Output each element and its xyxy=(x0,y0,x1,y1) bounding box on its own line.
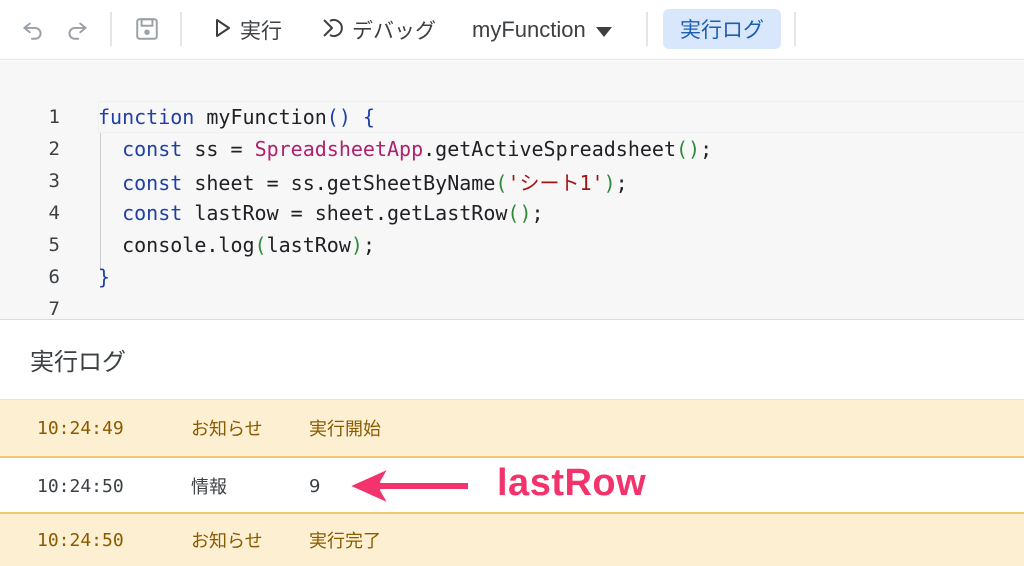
log-message: 実行完了 xyxy=(309,531,381,552)
line-number: 7 xyxy=(48,298,60,320)
line-number: 6 xyxy=(48,266,60,288)
toolbar-divider xyxy=(110,12,112,46)
toolbar-divider xyxy=(646,12,648,46)
debug-button[interactable]: デバッグ xyxy=(320,10,436,50)
code-line: 4 const lastRow = sheet.getLastRow(); xyxy=(0,197,1024,229)
line-number: 1 xyxy=(48,106,60,128)
log-row: 10:24:49 お知らせ 実行開始 xyxy=(0,400,1024,456)
redo-icon[interactable] xyxy=(62,14,92,44)
annotation-label: lastRow xyxy=(497,462,647,504)
code-editor[interactable]: 1 function myFunction() { 2 const ss = S… xyxy=(0,61,1024,320)
function-select-value: myFunction xyxy=(472,17,586,42)
annotation-arrow-icon xyxy=(345,462,475,514)
execution-log-title: 実行ログ xyxy=(30,348,126,376)
log-time: 10:24:50 xyxy=(37,529,124,551)
execution-log-header: 実行ログ xyxy=(0,320,1024,400)
code-text: const sheet = ss.getSheetByName('シート1'); xyxy=(122,170,628,195)
run-button[interactable]: 実行 xyxy=(214,10,282,50)
line-number: 3 xyxy=(48,170,60,192)
code-text: function myFunction() { xyxy=(98,105,375,129)
line-number: 5 xyxy=(48,234,60,256)
code-line: 3 const sheet = ss.getSheetByName('シート1'… xyxy=(0,165,1024,197)
undo-icon[interactable] xyxy=(18,14,48,44)
log-message: 実行開始 xyxy=(309,419,381,440)
code-line: 2 const ss = SpreadsheetApp.getActiveSpr… xyxy=(0,133,1024,165)
code-line: 5 console.log(lastRow); xyxy=(0,229,1024,261)
code-line: 1 function myFunction() { xyxy=(0,101,1024,133)
log-type: お知らせ xyxy=(191,419,263,440)
save-icon[interactable] xyxy=(132,14,162,44)
line-number: 4 xyxy=(48,202,60,224)
toolbar: 実行 デバッグ myFunction 実行ログ xyxy=(0,0,1024,60)
function-select[interactable]: myFunction xyxy=(472,10,612,50)
debug-button-label: デバッグ xyxy=(352,19,436,43)
debug-icon xyxy=(320,16,344,45)
code-text: const ss = SpreadsheetApp.getActiveSprea… xyxy=(122,137,713,161)
dropdown-arrow-icon xyxy=(595,17,612,43)
run-button-label: 実行 xyxy=(240,19,282,43)
log-message: 9 xyxy=(309,475,321,497)
log-time: 10:24:49 xyxy=(37,417,124,439)
log-row: 10:24:50 お知らせ 実行完了 xyxy=(0,514,1024,566)
execution-log-button[interactable]: 実行ログ xyxy=(663,9,781,49)
code-line: 6 } xyxy=(0,261,1024,293)
code-text: } xyxy=(98,265,111,289)
code-text: const lastRow = sheet.getLastRow(); xyxy=(122,201,544,225)
toolbar-divider xyxy=(180,12,182,46)
play-icon xyxy=(214,18,232,43)
line-number: 2 xyxy=(48,138,60,160)
code-line: 7 xyxy=(0,293,1024,320)
log-type: 情報 xyxy=(191,477,227,498)
log-type: お知らせ xyxy=(191,531,263,552)
toolbar-divider xyxy=(794,12,796,46)
code-text: console.log(lastRow); xyxy=(98,233,375,257)
log-time: 10:24:50 xyxy=(37,475,124,497)
